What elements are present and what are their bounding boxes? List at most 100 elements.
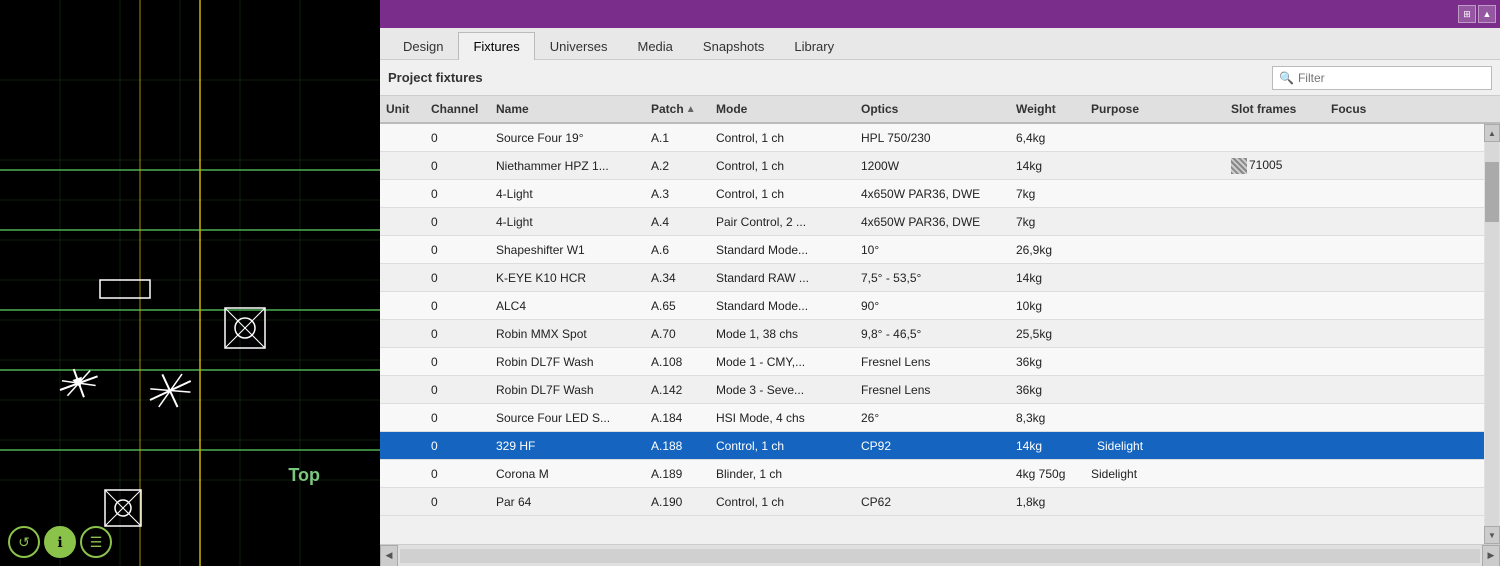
table-row[interactable]: 0 Shapeshifter W1 A.6 Standard Mode... 1… xyxy=(380,236,1484,264)
col-header-slot-frames[interactable]: Slot frames xyxy=(1225,102,1325,116)
cell-mode: Standard Mode... xyxy=(710,243,855,257)
cell-name: Robin DL7F Wash xyxy=(490,355,645,369)
cell-optics: HPL 750/230 xyxy=(855,131,1010,145)
cad-panel: ⊞ ▲ xyxy=(0,0,380,566)
scroll-right-btn[interactable]: ▶ xyxy=(1482,545,1500,566)
tab-fixtures[interactable]: Fixtures xyxy=(458,32,534,60)
cell-optics: 4x650W PAR36, DWE xyxy=(855,215,1010,229)
cell-mode: Blinder, 1 ch xyxy=(710,467,855,481)
horizontal-scrollbar[interactable]: ◀ ▶ xyxy=(380,544,1500,566)
table-row[interactable]: 0 Corona M A.189 Blinder, 1 ch 4kg 750g … xyxy=(380,460,1484,488)
table-row[interactable]: 0 Source Four 19° A.1 Control, 1 ch HPL … xyxy=(380,124,1484,152)
tab-media[interactable]: Media xyxy=(623,32,688,60)
menu-icon[interactable]: ☰ xyxy=(80,526,112,558)
scroll-left-btn[interactable]: ◀ xyxy=(380,545,398,566)
cell-name: K-EYE K10 HCR xyxy=(490,271,645,285)
cell-name: Robin MMX Spot xyxy=(490,327,645,341)
cell-patch: A.142 xyxy=(645,383,710,397)
cell-mode: Mode 3 - Seve... xyxy=(710,383,855,397)
tab-snapshots[interactable]: Snapshots xyxy=(688,32,779,60)
cell-purpose: Sidelight xyxy=(1085,437,1225,455)
tab-bar: Design Fixtures Universes Media Snapshot… xyxy=(380,28,1500,60)
cell-weight: 36kg xyxy=(1010,383,1085,397)
cell-name: Source Four 19° xyxy=(490,131,645,145)
cell-patch: A.189 xyxy=(645,467,710,481)
cell-mode: Control, 1 ch xyxy=(710,131,855,145)
cad-drawing xyxy=(0,0,380,566)
cell-optics: 90° xyxy=(855,299,1010,313)
cell-patch: A.188 xyxy=(645,439,710,453)
scroll-track[interactable] xyxy=(1485,142,1499,526)
cell-mode: Control, 1 ch xyxy=(710,439,855,453)
cell-name: Corona M xyxy=(490,467,645,481)
table-row[interactable]: 0 4-Light A.3 Control, 1 ch 4x650W PAR36… xyxy=(380,180,1484,208)
cell-channel: 0 xyxy=(425,383,490,397)
cell-mode: Control, 1 ch xyxy=(710,159,855,173)
phone-icon[interactable]: ↺ xyxy=(8,526,40,558)
cell-channel: 0 xyxy=(425,299,490,313)
cell-channel: 0 xyxy=(425,411,490,425)
table-row[interactable]: 0 4-Light A.4 Pair Control, 2 ... 4x650W… xyxy=(380,208,1484,236)
h-scroll-track[interactable] xyxy=(400,549,1480,563)
cell-name: ALC4 xyxy=(490,299,645,313)
table-row[interactable]: 0 ALC4 A.65 Standard Mode... 90° 10kg xyxy=(380,292,1484,320)
right-titlebar: ⊞ ▲ xyxy=(380,0,1500,28)
table-row[interactable]: 0 Niethammer HPZ 1... A.2 Control, 1 ch … xyxy=(380,152,1484,180)
bottom-icons: ↺ ℹ ☰ xyxy=(8,526,112,558)
close-btn-right[interactable]: ▲ xyxy=(1478,5,1496,23)
cell-channel: 0 xyxy=(425,495,490,509)
scroll-up-btn[interactable]: ▲ xyxy=(1484,124,1500,142)
table-row[interactable]: 0 Par 64 A.190 Control, 1 ch CP62 1,8kg xyxy=(380,488,1484,516)
cell-mode: Standard RAW ... xyxy=(710,271,855,285)
col-header-purpose[interactable]: Purpose xyxy=(1085,102,1225,116)
col-header-patch[interactable]: Patch ▲ xyxy=(645,102,710,116)
cell-name: 329 HF xyxy=(490,439,645,453)
scroll-thumb[interactable] xyxy=(1485,162,1499,222)
cell-patch: A.65 xyxy=(645,299,710,313)
filter-input[interactable] xyxy=(1298,71,1485,85)
filter-box[interactable]: 🔍 xyxy=(1272,66,1492,90)
table-row[interactable]: 0 Source Four LED S... A.184 HSI Mode, 4… xyxy=(380,404,1484,432)
col-header-channel[interactable]: Channel xyxy=(425,102,490,116)
cell-optics: 4x650W PAR36, DWE xyxy=(855,187,1010,201)
table-row[interactable]: 0 Robin DL7F Wash A.142 Mode 3 - Seve...… xyxy=(380,376,1484,404)
scroll-down-btn[interactable]: ▼ xyxy=(1484,526,1500,544)
col-header-name[interactable]: Name xyxy=(490,102,645,116)
col-header-weight[interactable]: Weight xyxy=(1010,102,1085,116)
table-row[interactable]: 0 329 HF A.188 Control, 1 ch CP92 14kg S… xyxy=(380,432,1484,460)
cell-weight: 26,9kg xyxy=(1010,243,1085,257)
cell-weight: 7kg xyxy=(1010,187,1085,201)
cell-mode: Mode 1, 38 chs xyxy=(710,327,855,341)
cell-patch: A.3 xyxy=(645,187,710,201)
cell-optics: 10° xyxy=(855,243,1010,257)
cell-optics: CP92 xyxy=(855,439,1010,453)
cell-purpose: Sidelight xyxy=(1085,467,1225,481)
tab-design[interactable]: Design xyxy=(388,32,458,60)
cell-name: Robin DL7F Wash xyxy=(490,383,645,397)
table-row[interactable]: 0 Robin DL7F Wash A.108 Mode 1 - CMY,...… xyxy=(380,348,1484,376)
col-header-mode[interactable]: Mode xyxy=(710,102,855,116)
info-icon[interactable]: ℹ xyxy=(44,526,76,558)
cell-name: 4-Light xyxy=(490,187,645,201)
cell-mode: Control, 1 ch xyxy=(710,187,855,201)
vertical-scrollbar[interactable]: ▲ ▼ xyxy=(1484,124,1500,544)
col-header-unit[interactable]: Unit xyxy=(380,102,425,116)
table-row[interactable]: 0 Robin MMX Spot A.70 Mode 1, 38 chs 9,8… xyxy=(380,320,1484,348)
col-header-focus[interactable]: Focus xyxy=(1325,102,1385,116)
table-row[interactable]: 0 K-EYE K10 HCR A.34 Standard RAW ... 7,… xyxy=(380,264,1484,292)
tab-universes[interactable]: Universes xyxy=(535,32,623,60)
tab-library[interactable]: Library xyxy=(779,32,849,60)
cell-channel: 0 xyxy=(425,439,490,453)
cell-patch: A.184 xyxy=(645,411,710,425)
cell-weight: 25,5kg xyxy=(1010,327,1085,341)
cell-mode: HSI Mode, 4 chs xyxy=(710,411,855,425)
restore-btn-right[interactable]: ⊞ xyxy=(1458,5,1476,23)
col-header-optics[interactable]: Optics xyxy=(855,102,1010,116)
cell-channel: 0 xyxy=(425,243,490,257)
cell-mode: Standard Mode... xyxy=(710,299,855,313)
table-body[interactable]: 0 Source Four 19° A.1 Control, 1 ch HPL … xyxy=(380,124,1484,544)
cell-optics: 26° xyxy=(855,411,1010,425)
cell-weight: 7kg xyxy=(1010,215,1085,229)
toolbar-row: Project fixtures 🔍 xyxy=(380,60,1500,96)
cell-channel: 0 xyxy=(425,187,490,201)
